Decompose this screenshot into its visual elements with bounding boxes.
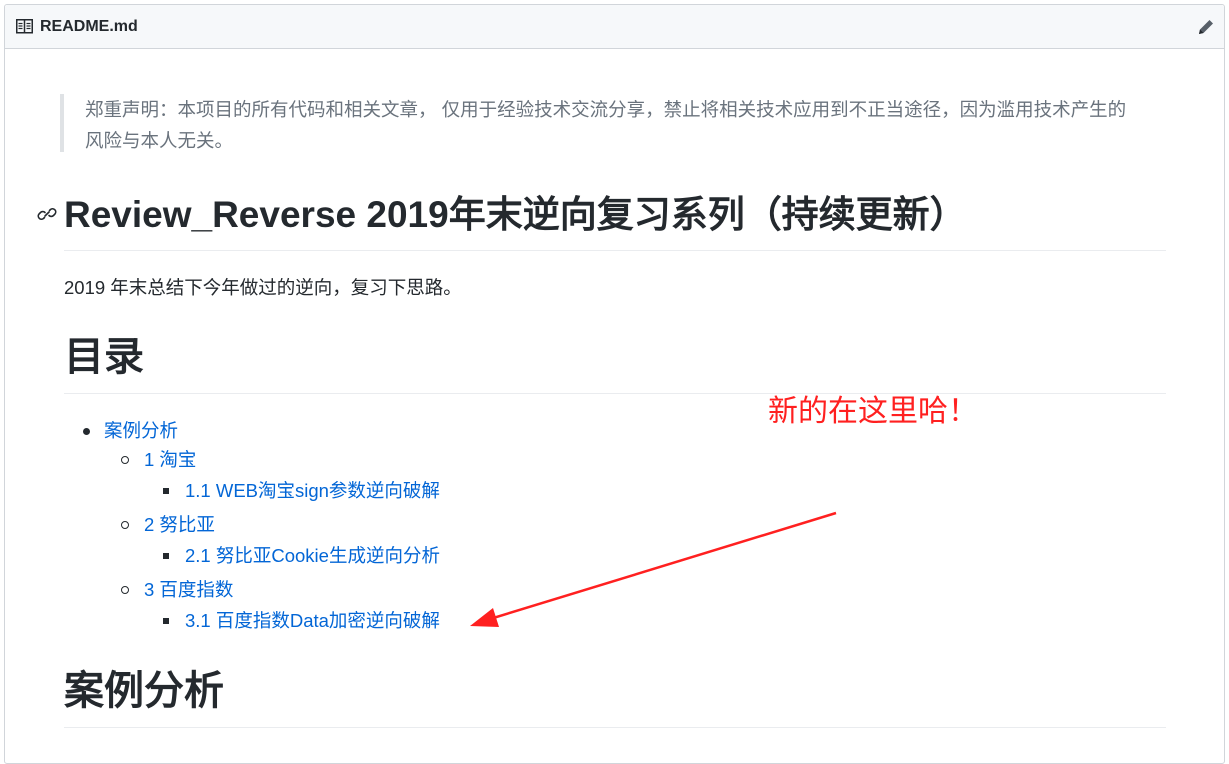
- list-bullet: [163, 553, 169, 559]
- readme-header: README.md: [5, 5, 1224, 49]
- toc-divider: [64, 393, 1166, 394]
- pencil-icon[interactable]: [1196, 17, 1216, 37]
- cases-divider: [64, 727, 1166, 728]
- toc-heading: 目录: [64, 335, 144, 379]
- page-title: Review_Reverse 2019年末逆向复习系列（持续更新）: [64, 194, 967, 235]
- cases-heading: 案例分析: [64, 669, 224, 713]
- disclaimer-text: 郑重声明：本项目的所有代码和相关文章， 仅用于经验技术交流分享，禁止将相关技术应…: [85, 99, 1127, 151]
- toc-item-cases: 案例分析: [104, 417, 178, 445]
- list-bullet: [163, 618, 169, 624]
- toc-item-baidu: 3 百度指数: [144, 576, 233, 604]
- toc-link-taobao-sign[interactable]: 1.1 WEB淘宝sign参数逆向破解: [185, 480, 440, 501]
- toc-link-nubia[interactable]: 2 努比亚: [144, 514, 215, 535]
- toc-link-nubia-cookie[interactable]: 2.1 努比亚Cookie生成逆向分析: [185, 545, 440, 566]
- title-divider: [64, 250, 1166, 251]
- toc-link-taobao[interactable]: 1 淘宝: [144, 449, 196, 470]
- list-bullet: [121, 456, 129, 464]
- disclaimer-blockquote: 郑重声明：本项目的所有代码和相关文章， 仅用于经验技术交流分享，禁止将相关技术应…: [60, 94, 1140, 152]
- book-icon: [16, 19, 33, 34]
- intro-text: 2019 年末总结下今年做过的逆向，复习下思路。: [64, 277, 462, 298]
- toc-item-nubia-cookie: 2.1 努比亚Cookie生成逆向分析: [185, 542, 440, 570]
- toc-link-baidu-data[interactable]: 3.1 百度指数Data加密逆向破解: [185, 610, 440, 631]
- link-anchor-icon[interactable]: [36, 203, 58, 225]
- toc-item-nubia: 2 努比亚: [144, 511, 215, 539]
- list-bullet: [121, 586, 129, 594]
- file-name: README.md: [40, 18, 138, 35]
- toc-link-baidu[interactable]: 3 百度指数: [144, 579, 233, 600]
- list-bullet: [163, 488, 169, 494]
- list-bullet: [83, 428, 90, 435]
- list-bullet: [121, 521, 129, 529]
- annotation-text: 新的在这里哈！: [768, 395, 978, 428]
- toc-link-cases[interactable]: 案例分析: [104, 420, 178, 441]
- toc-item-baidu-data: 3.1 百度指数Data加密逆向破解: [185, 607, 440, 635]
- toc-item-taobao-sign: 1.1 WEB淘宝sign参数逆向破解: [185, 477, 440, 505]
- toc-item-taobao: 1 淘宝: [144, 446, 196, 474]
